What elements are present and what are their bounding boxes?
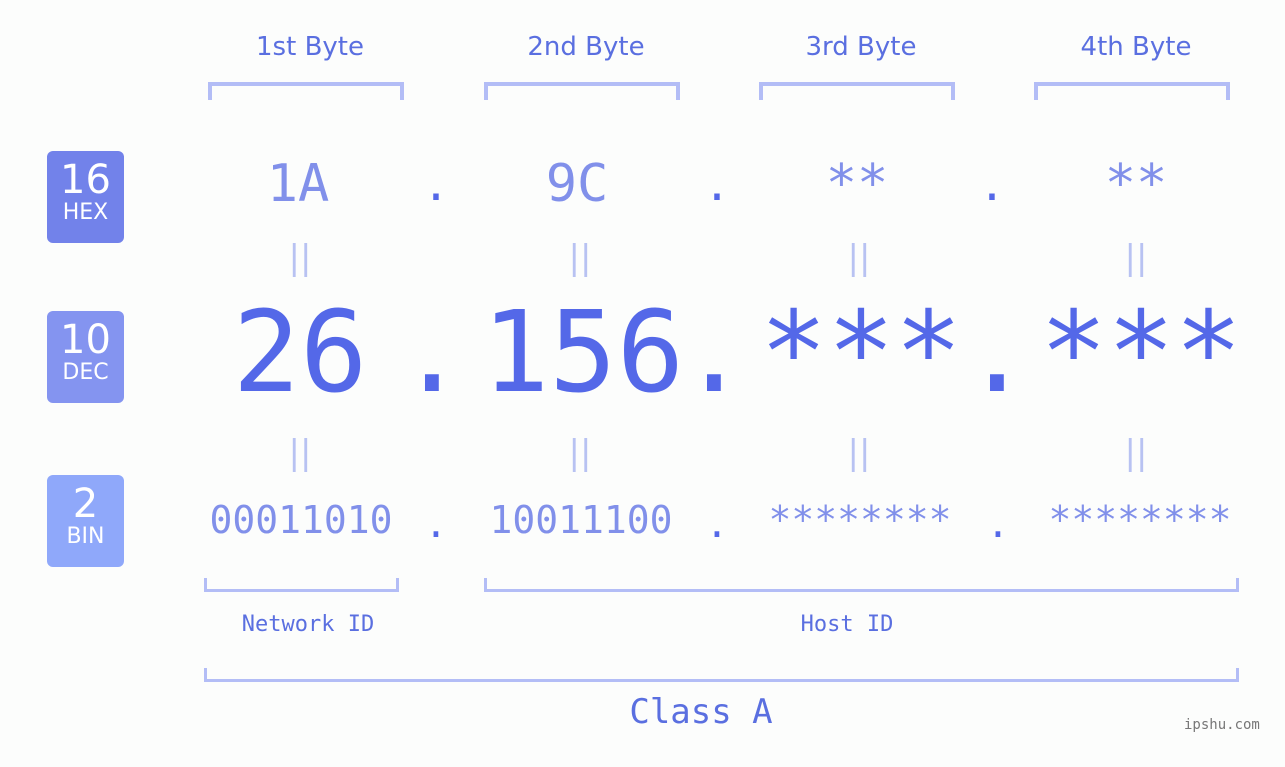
hex-byte-2: 9C	[545, 154, 609, 214]
class-label: Class A	[629, 692, 773, 732]
bin-badge: 2 BIN	[47, 475, 124, 567]
dec-byte-4: ***	[1039, 288, 1243, 418]
equals-sign: ||	[1124, 433, 1148, 473]
class-bracket	[204, 668, 1239, 682]
equals-sign: ||	[288, 433, 312, 473]
equals-sign: ||	[847, 238, 871, 278]
hex-byte-3: **	[825, 154, 889, 214]
hex-byte-4: **	[1104, 154, 1168, 214]
equals-sign: ||	[568, 238, 592, 278]
equals-sign: ||	[288, 238, 312, 278]
hex-badge-number: 16	[60, 157, 111, 203]
network-id-label: Network ID	[241, 612, 375, 637]
network-id-bracket	[204, 578, 399, 592]
byte-header-4: 4th Byte	[1080, 32, 1192, 62]
equals-sign: ||	[847, 433, 871, 473]
bin-byte-2: 10011100	[489, 498, 673, 542]
hex-badge: 16 HEX	[47, 151, 124, 243]
dec-badge-number: 10	[60, 317, 111, 363]
byte-bracket-1	[208, 82, 404, 100]
byte-bracket-4	[1034, 82, 1230, 100]
bin-byte-3: ********	[768, 498, 952, 542]
byte-header-1: 1st Byte	[256, 32, 364, 62]
hex-badge-label: HEX	[62, 200, 109, 225]
hex-byte-1: 1A	[266, 154, 330, 214]
byte-bracket-3	[759, 82, 955, 100]
byte-header-2: 2nd Byte	[527, 32, 645, 62]
bin-badge-number: 2	[72, 481, 99, 527]
hex-separator-3: .	[978, 160, 1006, 211]
bin-byte-4: ********	[1048, 498, 1232, 542]
dec-badge-label: DEC	[62, 360, 109, 385]
host-id-bracket	[484, 578, 1239, 592]
equals-sign: ||	[568, 433, 592, 473]
byte-header-3: 3rd Byte	[805, 32, 917, 62]
watermark: ipshu.com	[1184, 717, 1260, 733]
bin-badge-label: BIN	[66, 524, 105, 549]
byte-bracket-2	[484, 82, 680, 100]
equals-sign: ||	[1124, 238, 1148, 278]
bin-byte-1: 00011010	[209, 498, 393, 542]
dec-badge: 10 DEC	[47, 311, 124, 403]
host-id-label: Host ID	[800, 612, 894, 637]
